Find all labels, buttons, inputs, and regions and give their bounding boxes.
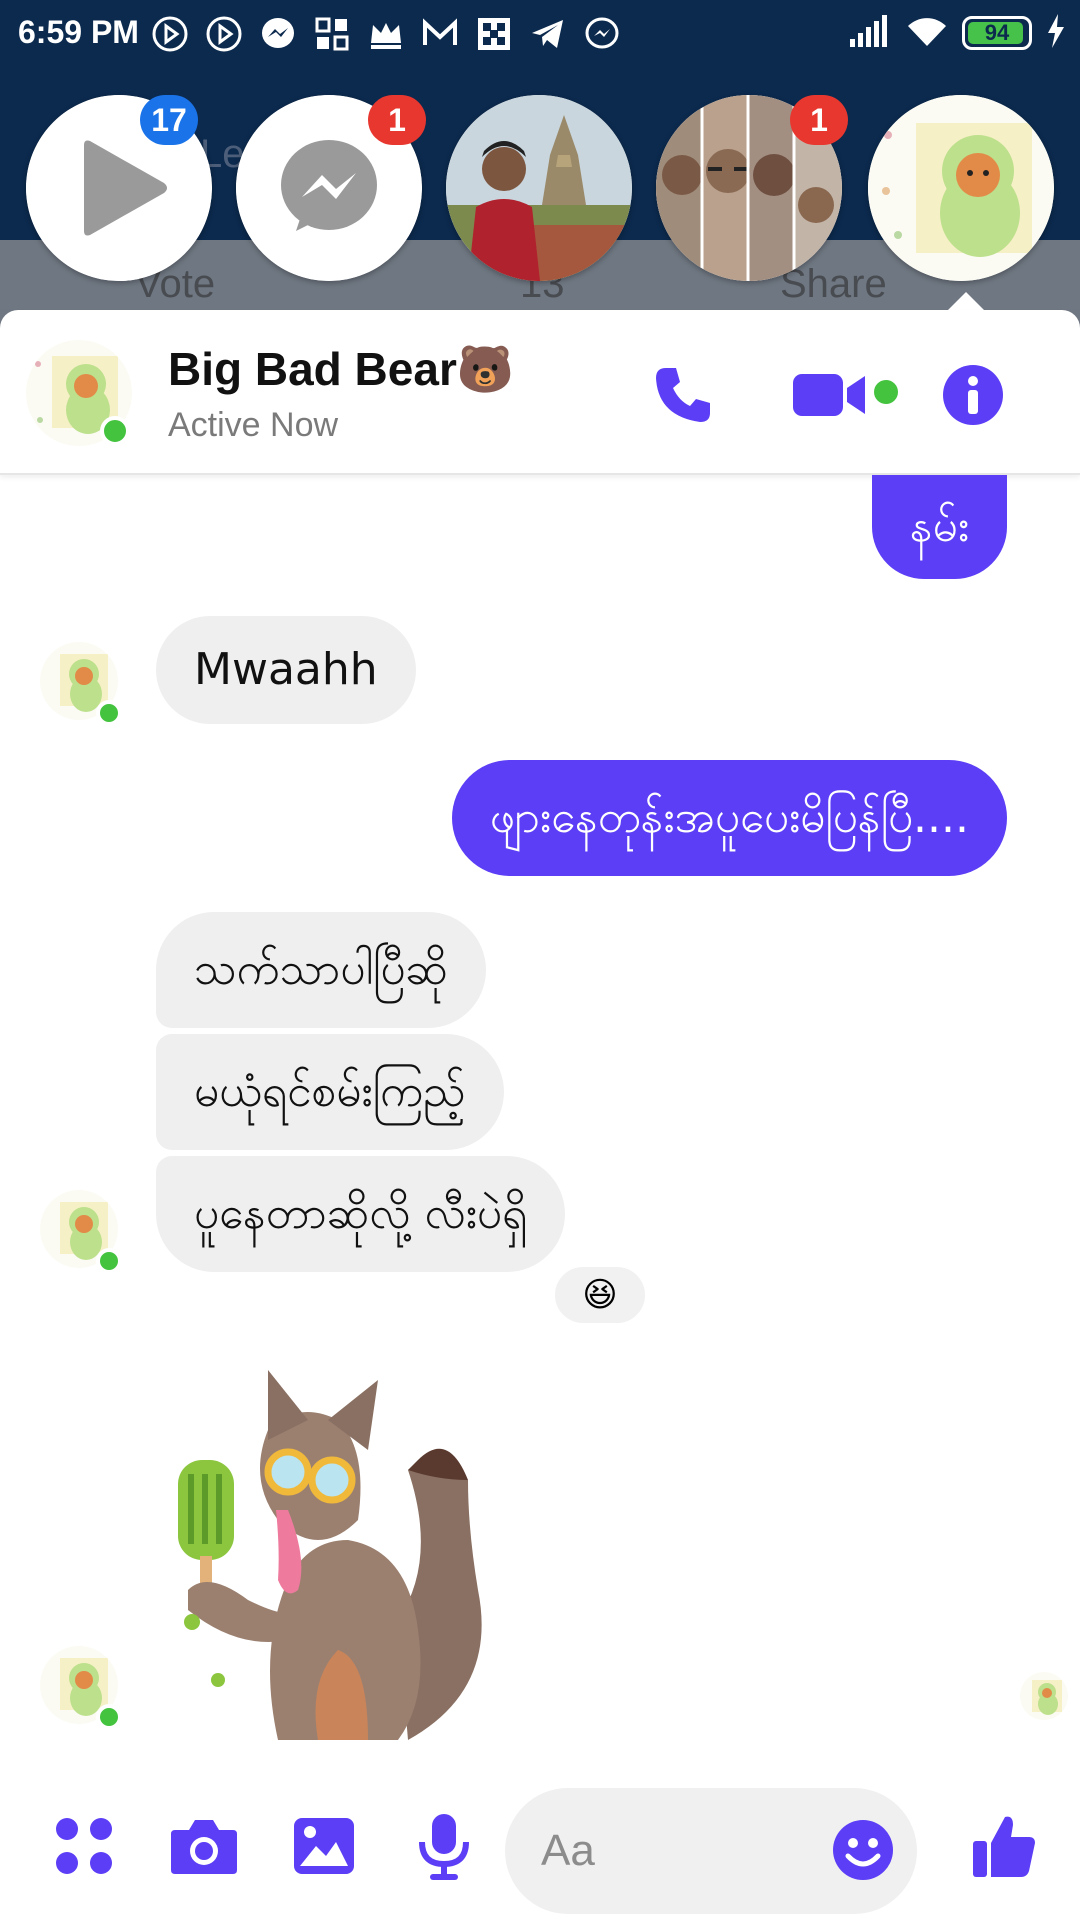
incoming-message[interactable]: ပူနေတာဆိုလို့ လီးပဲရှိ — [156, 1156, 566, 1272]
play-circle-icon — [204, 14, 244, 54]
conversation-info-button[interactable] — [940, 362, 1006, 428]
chat-head-badge: 17 — [140, 95, 198, 145]
message-composer — [0, 1780, 1080, 1914]
message-input[interactable] — [541, 1788, 821, 1914]
battery-percentage: 94 — [984, 20, 1010, 45]
telegram-icon — [528, 14, 568, 54]
online-indicator — [96, 1704, 122, 1730]
emoji-button[interactable] — [831, 1818, 895, 1882]
contact-status: Active Now — [168, 406, 339, 444]
signal-icon — [848, 15, 892, 51]
gallery-button[interactable] — [286, 1808, 362, 1884]
crown-icon — [366, 14, 406, 54]
online-indicator — [100, 416, 130, 446]
charging-icon — [1046, 14, 1066, 52]
status-time: 6:59 PM — [18, 14, 139, 50]
system-indicators: 94 — [848, 14, 1066, 52]
chat-head-badge: 1 — [790, 95, 848, 145]
incoming-message[interactable]: သက်သာပါပြီဆို — [156, 912, 486, 1028]
like-button[interactable] — [966, 1808, 1042, 1884]
camera-icon — [171, 1820, 237, 1874]
message-reaction[interactable]: 😆 — [552, 1264, 648, 1326]
chat-head-badge: 1 — [368, 95, 426, 145]
microphone-icon — [419, 1814, 469, 1880]
outgoing-message[interactable]: ဖျားနေတုန်းအပူပေးမိပြန်ပြီ.... — [451, 760, 1007, 876]
status-bar: 6:59 PM 94 — [0, 0, 1080, 76]
read-receipt-avatar — [1020, 1672, 1068, 1720]
more-actions-button[interactable] — [46, 1808, 122, 1884]
incoming-message[interactable]: မယုံရင်စမ်းကြည့် — [156, 1034, 504, 1150]
chat-panel: Big Bad Bear🐻 Active Now နမ်း Mwaahh ဖျာ… — [0, 310, 1080, 1920]
video-camera-icon — [793, 374, 865, 416]
voice-message-button[interactable] — [406, 1808, 482, 1884]
fox-popsicle-sticker[interactable] — [168, 1360, 508, 1750]
incoming-message[interactable]: Mwaahh — [156, 616, 416, 724]
messenger-outline-icon — [582, 14, 622, 54]
message-input-wrapper — [505, 1788, 917, 1914]
contact-name: Big Bad Bear🐻 — [168, 343, 515, 395]
grid-icon — [312, 14, 352, 54]
voice-call-button[interactable] — [650, 362, 716, 428]
online-indicator — [96, 1248, 122, 1274]
bear-avatar — [868, 95, 1054, 281]
wifi-icon — [906, 14, 948, 52]
chat-head-pointer — [946, 292, 986, 312]
chat-head-big-bad-bear[interactable] — [868, 95, 1054, 281]
camera-button[interactable] — [166, 1808, 242, 1884]
pattern-icon — [474, 14, 514, 54]
thumbs-up-icon — [973, 1816, 1035, 1877]
info-icon — [943, 365, 1003, 425]
battery-indicator: 94 — [962, 16, 1032, 50]
contact-photo — [446, 95, 632, 281]
chat-head-contact-pagoda[interactable] — [446, 95, 632, 281]
smiley-icon — [833, 1820, 893, 1880]
gmail-icon — [420, 14, 460, 54]
notification-icons — [150, 14, 622, 54]
messenger-icon — [258, 14, 298, 54]
chat-header: Big Bad Bear🐻 Active Now — [0, 310, 1080, 475]
play-circle-icon — [150, 14, 190, 54]
outgoing-message[interactable]: နမ်း — [871, 475, 1007, 579]
chat-heads: 17 1 1 — [0, 95, 1080, 285]
four-dots-icon — [56, 1818, 112, 1874]
phone-icon — [656, 368, 710, 422]
video-available-dot — [874, 380, 898, 404]
online-indicator — [96, 700, 122, 726]
image-icon — [294, 1818, 354, 1874]
video-call-button[interactable] — [790, 362, 870, 428]
